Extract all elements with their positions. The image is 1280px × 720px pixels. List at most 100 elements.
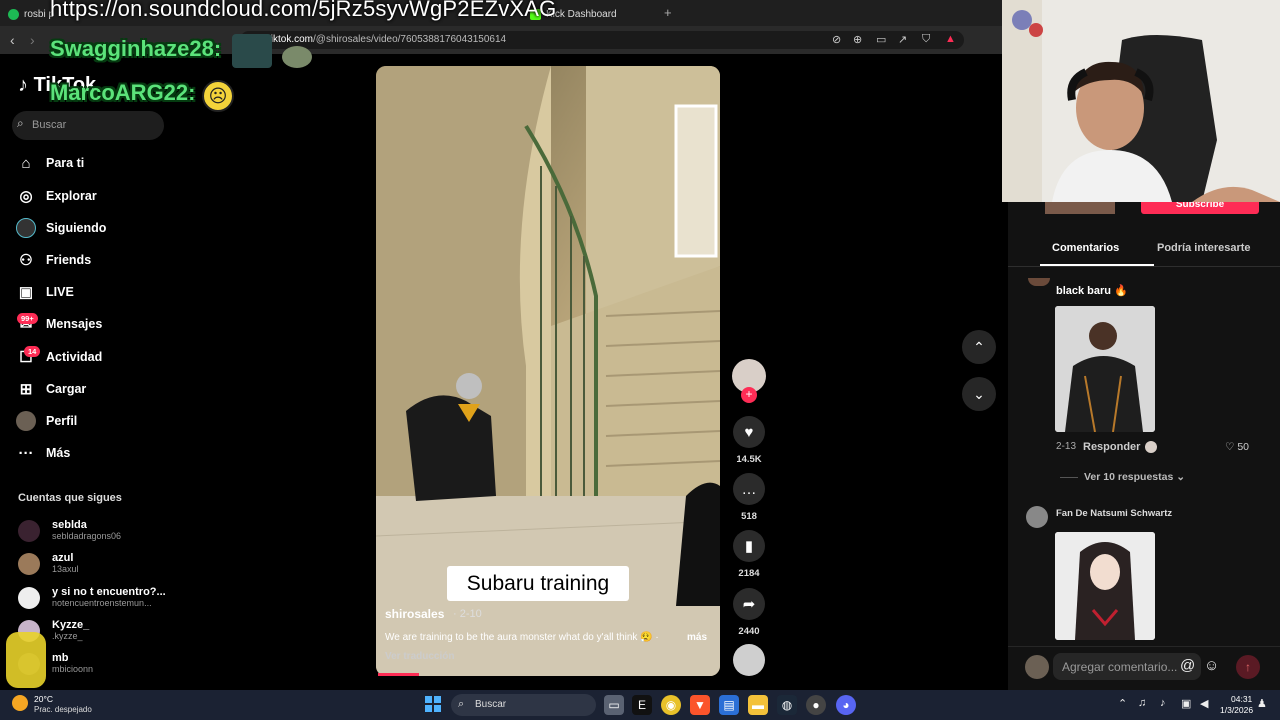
obs-icon[interactable]: ● bbox=[806, 695, 826, 715]
chevron-up-icon[interactable]: ⌃ bbox=[1118, 697, 1127, 710]
more-icon: ··· bbox=[18, 444, 34, 462]
mascot-overlay bbox=[6, 632, 46, 688]
brave-icon[interactable]: ▼ bbox=[690, 695, 710, 715]
profile-icon bbox=[16, 411, 36, 431]
headset-icon[interactable]: ♫ bbox=[1138, 697, 1146, 709]
comment-button[interactable]: … 518 bbox=[731, 473, 767, 522]
reply-button[interactable]: Responder bbox=[1083, 441, 1140, 453]
discord-icon[interactable]: ◕ bbox=[836, 695, 856, 715]
home-icon: ⌂ bbox=[21, 154, 31, 172]
nav-friends[interactable]: ⚇ Friends bbox=[16, 247, 91, 273]
url-text: tiktok.com/@shirosales/video/76053881760… bbox=[268, 34, 507, 45]
following-title: Cuentas que sigues bbox=[18, 492, 122, 504]
chat-username: Swagginhaze28: bbox=[50, 36, 222, 61]
comment-image[interactable] bbox=[1055, 306, 1155, 432]
share-count: 2440 bbox=[738, 626, 760, 637]
user-avatar bbox=[1025, 655, 1049, 679]
view-replies-button[interactable]: Ver 10 respuestas ⌄ bbox=[1084, 471, 1185, 483]
more-link[interactable]: más bbox=[687, 632, 707, 643]
file-explorer-icon[interactable]: ▬ bbox=[748, 695, 768, 715]
bookmark-icon: ▮ bbox=[733, 530, 765, 562]
search-icon: ⌕ bbox=[17, 116, 24, 130]
avatar[interactable] bbox=[1026, 506, 1048, 528]
chat-username: MarcoARG22: bbox=[50, 80, 196, 105]
task-view-icon[interactable]: ▭ bbox=[604, 695, 624, 715]
clock-time[interactable]: 04:31 bbox=[1231, 694, 1252, 704]
search-icon: ⌕ bbox=[458, 698, 465, 710]
forward-icon[interactable]: › bbox=[30, 32, 35, 48]
clock-date[interactable]: 1/3/2026 bbox=[1220, 705, 1253, 715]
chevron-down-icon: ⌄ bbox=[973, 385, 985, 402]
video-description: We are training to be the aura monster w… bbox=[385, 632, 659, 643]
send-button[interactable]: ↑ bbox=[1236, 655, 1260, 679]
creator-liked-avatar bbox=[1145, 441, 1157, 453]
nav-siguiendo[interactable]: Siguiendo bbox=[16, 215, 106, 241]
follow-plus-button[interactable]: + bbox=[741, 387, 757, 403]
sad-face-emote: ☹ bbox=[202, 80, 234, 112]
new-tab-icon[interactable]: + bbox=[664, 5, 672, 20]
back-icon[interactable]: ‹ bbox=[10, 32, 15, 48]
cast-icon[interactable]: ▭ bbox=[876, 33, 886, 46]
steam-icon[interactable]: ◍ bbox=[777, 695, 797, 715]
no-tracking-icon[interactable]: ⊘ bbox=[832, 33, 841, 46]
nav-cargar[interactable]: ⊞ Cargar bbox=[16, 376, 87, 402]
windows-start-icon[interactable] bbox=[425, 696, 441, 712]
chat-emote bbox=[232, 34, 272, 68]
video-author[interactable]: shirosales bbox=[385, 607, 444, 621]
video-progress-bar[interactable] bbox=[378, 673, 420, 676]
save-button[interactable]: ▮ 2184 bbox=[731, 530, 767, 579]
weather-icon[interactable] bbox=[12, 695, 28, 711]
comment-count: 518 bbox=[741, 511, 757, 522]
tab-podria-interesarte[interactable]: Podría interesarte bbox=[1157, 242, 1251, 254]
chevron-down-icon: ⌄ bbox=[1176, 471, 1186, 483]
search-placeholder: Buscar bbox=[32, 119, 67, 131]
mic-icon[interactable]: ♪ bbox=[1160, 697, 1166, 709]
rewards-icon[interactable]: ▲ bbox=[945, 33, 956, 45]
next-video-button[interactable]: ⌄ bbox=[962, 377, 996, 411]
volume-icon[interactable]: ◀ bbox=[1200, 697, 1208, 710]
store-icon[interactable]: ▤ bbox=[719, 695, 739, 715]
subscribe-button[interactable]: Subscribe bbox=[1141, 200, 1259, 214]
soundcloud-url-overlay: https://on.soundcloud.com/5jRz5syvWgP2EZ… bbox=[50, 0, 557, 21]
webcam-feed bbox=[1002, 0, 1280, 202]
following-icon bbox=[16, 218, 36, 238]
previous-video-button[interactable]: ⌃ bbox=[962, 330, 996, 364]
sound-disc[interactable] bbox=[731, 644, 767, 676]
emoji-icon[interactable]: ☺ bbox=[1204, 657, 1219, 674]
following-item[interactable]: seblda sebldadragons06 bbox=[18, 519, 121, 542]
translate-link[interactable]: Ver traducción bbox=[385, 651, 454, 662]
weather-temp: 20°C bbox=[34, 694, 53, 704]
activity-badge: 14 bbox=[24, 346, 41, 357]
nav-perfil[interactable]: Perfil bbox=[16, 408, 77, 434]
zoom-icon[interactable]: ⊕ bbox=[853, 33, 862, 46]
avatar bbox=[18, 519, 40, 542]
mention-icon[interactable]: @ bbox=[1180, 657, 1195, 674]
epic-games-icon[interactable]: E bbox=[632, 695, 652, 715]
network-icon[interactable]: ▣ bbox=[1181, 697, 1191, 710]
brave-shield-icon[interactable]: ⛉ bbox=[922, 33, 930, 46]
tab-comentarios[interactable]: Comentarios bbox=[1052, 242, 1119, 254]
messages-badge: 99+ bbox=[17, 313, 38, 324]
comment-author[interactable]: Fan De Natsumi Schwartz bbox=[1056, 508, 1172, 519]
comment-image[interactable] bbox=[1055, 532, 1155, 640]
comment-photo bbox=[1055, 306, 1155, 432]
comment-author[interactable]: black baru 🔥 bbox=[1056, 284, 1128, 297]
like-count: 14.5K bbox=[736, 454, 762, 465]
nav-para-ti[interactable]: ⌂ Para ti bbox=[16, 150, 84, 176]
like-button[interactable]: ♥ 14.5K bbox=[731, 416, 767, 465]
taskbar-search[interactable] bbox=[451, 694, 596, 716]
following-item[interactable]: azul 13axul bbox=[18, 552, 79, 575]
weather-desc: Prac. despejado bbox=[34, 705, 92, 714]
share-button[interactable]: ➦ 2440 bbox=[731, 588, 767, 637]
save-count: 2184 bbox=[738, 568, 760, 579]
share-icon[interactable]: ↗ bbox=[898, 33, 907, 46]
nav-mas[interactable]: ··· Más bbox=[16, 440, 71, 466]
webcam-overlay bbox=[1002, 0, 1280, 202]
nav-live[interactable]: ▣ LIVE bbox=[16, 279, 74, 305]
notification-icon[interactable]: ♟ bbox=[1257, 697, 1267, 710]
upload-icon: ⊞ bbox=[19, 381, 33, 398]
chrome-icon[interactable]: ◉ bbox=[661, 695, 681, 715]
following-item[interactable]: y si no t encuentro?... notencuentroenste… bbox=[18, 586, 166, 609]
nav-explorar[interactable]: ◎ Explorar bbox=[16, 183, 96, 209]
comment-like-button[interactable]: ♡ 50 bbox=[1225, 441, 1249, 453]
